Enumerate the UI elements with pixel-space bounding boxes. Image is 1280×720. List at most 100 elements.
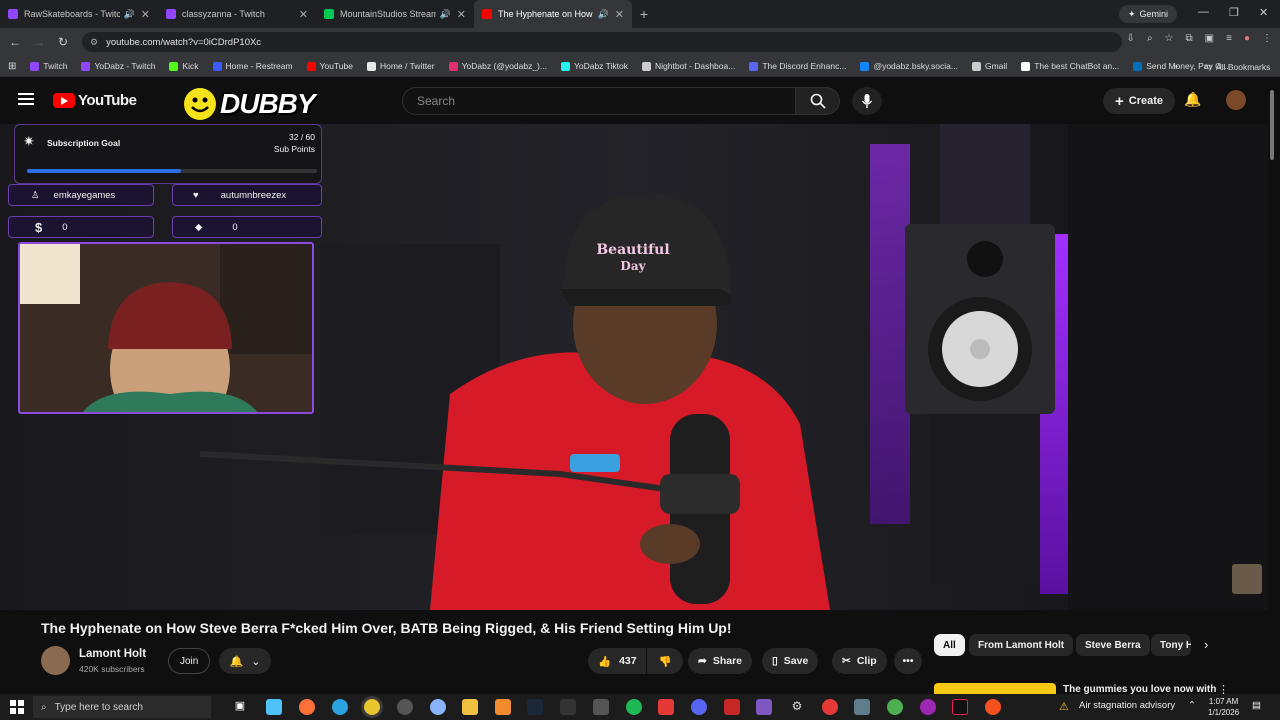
browser-tab[interactable]: MountainStudios Stream - Wat 🔊 ✕ xyxy=(316,0,474,28)
youtube-logo[interactable]: YouTube xyxy=(53,92,137,109)
app-icon[interactable] xyxy=(756,699,772,715)
page-scrollbar[interactable] xyxy=(1270,86,1276,686)
account-avatar[interactable] xyxy=(1226,90,1246,110)
forward-button[interactable]: → xyxy=(27,35,51,49)
globe-icon[interactable] xyxy=(430,699,446,715)
subscribed-bell-button[interactable]: 🔔 ⌄ xyxy=(219,648,271,674)
app-icon[interactable] xyxy=(560,699,576,715)
tiktok-icon[interactable] xyxy=(952,699,968,715)
bookmark[interactable]: Gmail xyxy=(971,61,1007,71)
settings-gear-icon[interactable]: ⚙ xyxy=(789,699,805,715)
channel-name[interactable]: Lamont Holt xyxy=(79,648,146,660)
chip-from-channel[interactable]: From Lamont Holt xyxy=(969,634,1074,656)
address-bar[interactable]: ⚙ youtube.com/watch?v=0iCDrdP10Xc xyxy=(82,32,1122,52)
zoom-icon[interactable]: ⌕ xyxy=(1147,33,1153,44)
app-icon[interactable] xyxy=(724,699,740,715)
edge-icon[interactable] xyxy=(332,699,348,715)
like-button[interactable]: 👍 437 xyxy=(588,648,646,674)
app-icon[interactable] xyxy=(854,699,870,715)
taskbar-search-input[interactable]: ⌕ Type here to search xyxy=(33,696,211,718)
bookmark-star-icon[interactable]: ☆ xyxy=(1165,33,1174,44)
back-button[interactable]: ← xyxy=(3,35,27,49)
bookmark[interactable]: @yodabz.bsky.socia... xyxy=(860,61,958,71)
audio-icon[interactable]: 🔊 xyxy=(124,9,135,20)
app-icon[interactable] xyxy=(920,699,936,715)
chrome-icon[interactable] xyxy=(364,699,380,715)
bookmark[interactable]: The best ChatBot an... xyxy=(1021,61,1119,71)
bookmark[interactable]: Kick xyxy=(169,61,199,71)
browser-tab[interactable]: RawSkateboards - Twitch 🔊 ✕ xyxy=(0,0,158,28)
copilot-icon[interactable] xyxy=(266,699,282,715)
chips-next-chevron-icon[interactable]: › xyxy=(1204,637,1208,652)
audio-icon[interactable]: 🔊 xyxy=(598,9,609,20)
maximize-button[interactable]: ❐ xyxy=(1229,6,1239,19)
dislike-button[interactable]: 👎 xyxy=(647,648,683,674)
spotify-icon[interactable] xyxy=(626,699,642,715)
new-tab-button[interactable]: + xyxy=(632,6,656,22)
search-button[interactable] xyxy=(796,87,840,115)
bookmark[interactable]: YoDabz - Twitch xyxy=(81,61,155,71)
app-icon[interactable] xyxy=(887,699,903,715)
profile-icon[interactable]: ● xyxy=(1244,33,1250,44)
apps-icon[interactable]: ⊞ xyxy=(8,61,16,72)
bookmarks-overflow-icon[interactable]: » xyxy=(1173,61,1178,71)
bookmark[interactable]: YoDabz (@yodabz_)... xyxy=(448,61,547,71)
app-icon[interactable] xyxy=(822,699,838,715)
extensions-icon[interactable]: ⧉ xyxy=(1186,33,1193,44)
bookmark[interactable]: Twitch xyxy=(30,61,67,71)
channel-avatar[interactable] xyxy=(41,646,70,675)
notifications-icon[interactable]: ▤ xyxy=(1252,700,1261,711)
save-button[interactable]: ▯ Save xyxy=(762,648,819,674)
bookmark[interactable]: Home - Restream xyxy=(212,61,293,71)
app-icon[interactable] xyxy=(593,699,609,715)
close-tab-icon[interactable]: ✕ xyxy=(615,8,624,21)
more-actions-button[interactable]: ••• xyxy=(894,648,922,674)
menu-icon[interactable]: ⋮ xyxy=(1262,33,1272,44)
menu-hamburger-icon[interactable] xyxy=(18,93,34,105)
bookmark[interactable]: Nightbot - Dashboa... xyxy=(642,61,735,71)
create-button[interactable]: + Create xyxy=(1103,88,1176,114)
site-info-icon[interactable]: ⚙ xyxy=(90,37,98,48)
chip-all[interactable]: All xyxy=(934,634,965,656)
clip-button[interactable]: ✂ Clip xyxy=(832,648,887,674)
channel-watermark[interactable] xyxy=(1232,564,1262,594)
media-icon[interactable]: ≡ xyxy=(1226,33,1232,44)
reload-button[interactable]: ↻ xyxy=(51,35,75,49)
share-button[interactable]: ➦ Share xyxy=(688,648,752,674)
gemini-button[interactable]: ✦ Gemini xyxy=(1119,5,1178,23)
app-icon[interactable] xyxy=(495,699,511,715)
discord-icon[interactable] xyxy=(691,699,707,715)
all-bookmarks-button[interactable]: ▭ All Bookmarks xyxy=(1204,61,1270,72)
file-explorer-icon[interactable] xyxy=(462,699,478,715)
firefox-icon[interactable] xyxy=(299,699,315,715)
browser-tab-active[interactable]: The Hyphenate on How Ste 🔊 ✕ xyxy=(474,0,632,28)
join-button[interactable]: Join xyxy=(168,648,211,674)
bookmark[interactable]: Home / Twitter xyxy=(366,61,435,71)
weather-text[interactable]: Air stagnation advisory xyxy=(1079,700,1175,711)
app-icon[interactable] xyxy=(985,699,1001,715)
obs-icon[interactable] xyxy=(397,699,413,715)
bookmark[interactable]: YouTube xyxy=(306,61,353,71)
chip-tony[interactable]: Tony H xyxy=(1151,634,1191,656)
voice-search-button[interactable] xyxy=(852,87,882,115)
close-tab-icon[interactable]: ✕ xyxy=(457,8,466,21)
notifications-bell-icon[interactable]: 🔔 xyxy=(1184,91,1201,108)
app-icon[interactable] xyxy=(658,699,674,715)
sidepanel-icon[interactable]: ▣ xyxy=(1205,33,1214,44)
close-window-button[interactable]: ✕ xyxy=(1259,6,1268,19)
close-tab-icon[interactable]: ✕ xyxy=(141,8,150,21)
minimize-button[interactable]: — xyxy=(1198,6,1209,18)
browser-tab[interactable]: classyzanna - Twitch ✕ xyxy=(158,0,316,28)
chip-steve-berra[interactable]: Steve Berra xyxy=(1076,634,1150,656)
steam-icon[interactable] xyxy=(527,699,543,715)
bookmark[interactable]: The Discord Enhanc... xyxy=(749,61,846,71)
audio-icon[interactable]: 🔊 xyxy=(440,9,451,20)
task-view-icon[interactable]: ▣ xyxy=(232,699,248,715)
tray-chevron-icon[interactable]: ⌃ xyxy=(1188,700,1196,711)
search-input[interactable]: Search xyxy=(402,87,796,115)
windows-start-icon[interactable] xyxy=(10,700,24,714)
install-icon[interactable]: ⇩ xyxy=(1127,33,1135,44)
close-tab-icon[interactable]: ✕ xyxy=(299,8,308,21)
taskbar-clock[interactable]: 1:07 AM 1/1/2026 xyxy=(1208,696,1239,718)
bookmark[interactable]: YoDabz Tiktok xyxy=(560,61,628,71)
